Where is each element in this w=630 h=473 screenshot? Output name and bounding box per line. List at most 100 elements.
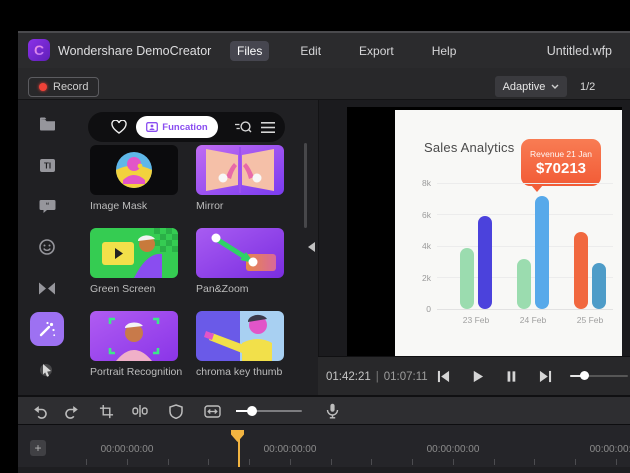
favorites-tab[interactable] (108, 112, 130, 142)
chart-ytick: 0 (409, 304, 431, 314)
sidebar-item-stickers[interactable] (30, 230, 64, 264)
chart-bar (535, 196, 549, 309)
ruler-tick (575, 459, 576, 465)
menu-help[interactable]: Help (425, 41, 464, 61)
timecode: 01:42:21 | 01:07:11 (326, 357, 428, 396)
resolution-dropdown[interactable]: Adaptive (495, 76, 567, 97)
ruler-label: 00:00:00:00 (250, 444, 330, 455)
ruler-tick (86, 459, 87, 465)
sidebar-item-transitions[interactable] (30, 271, 64, 305)
chevron-down-icon (551, 84, 559, 89)
ribbon-bar: Record Adaptive 1/2 (18, 68, 630, 100)
playhead-handle[interactable] (231, 429, 244, 447)
effect-thumbnail-chroma-key (196, 311, 284, 361)
chart-gridline (437, 214, 613, 215)
sidebar-item-text[interactable]: TI (30, 148, 64, 182)
timecode-separator: | (376, 371, 379, 383)
record-button[interactable]: Record (28, 77, 99, 97)
pause-button[interactable] (499, 364, 523, 388)
edit-toolbar (18, 395, 630, 425)
ruler-tick (127, 459, 128, 465)
app-window: C Wondershare DemoCreator Files Edit Exp… (0, 0, 630, 473)
effect-thumbnail-portrait-recognition (90, 311, 178, 361)
project-filename: Untitled.wfp (547, 33, 612, 68)
effect-label: Pan&Zoom (196, 283, 284, 295)
ruler-tick (412, 459, 413, 465)
volume-slider-knob[interactable] (580, 371, 589, 380)
redo-button[interactable] (60, 399, 84, 423)
chart-bar (592, 263, 606, 309)
cursor-icon (39, 362, 55, 378)
menu-files[interactable]: Files (230, 41, 269, 61)
effect-thumbnail-green-screen (90, 228, 178, 278)
transition-icon (38, 282, 56, 295)
fit-width-icon (204, 405, 221, 418)
transport-bar: 01:42:21 | 01:07:11 (318, 356, 630, 395)
ruler-tick (331, 459, 332, 465)
microphone-button[interactable] (320, 399, 344, 423)
search-tab[interactable] (231, 112, 255, 142)
revenue-badge: Revenue 21 Jan $70213 (521, 139, 601, 186)
chart-gridline (437, 183, 613, 184)
ruler-tick (453, 459, 454, 465)
record-icon (39, 83, 47, 91)
chart-bar (478, 216, 492, 309)
ruler-tick (616, 459, 617, 465)
chart-xtick: 25 Feb (568, 315, 612, 325)
panel-scrollbar[interactable] (304, 143, 307, 228)
effect-label: Mirror (196, 200, 284, 212)
effect-card[interactable]: chroma key thumb (196, 311, 284, 378)
sidebar-item-captions[interactable]: “ (30, 189, 64, 223)
effect-label: Green Screen (90, 283, 178, 295)
ruler-label: 00:00:00:00 (413, 444, 493, 455)
menu-tab[interactable] (258, 112, 278, 142)
effects-tab-bar: Funcation (88, 112, 285, 142)
timecode-current: 01:42:21 (326, 371, 371, 383)
menu-export[interactable]: Export (352, 41, 401, 61)
crop-button[interactable] (94, 399, 118, 423)
effect-card[interactable]: Image Mask (90, 145, 178, 212)
badge-value: $70213 (536, 160, 586, 177)
shield-button[interactable] (164, 399, 188, 423)
add-track-button[interactable]: + (30, 440, 46, 456)
tab-function[interactable]: Funcation (136, 116, 218, 138)
skip-end-button[interactable] (533, 364, 557, 388)
sidebar-item-media[interactable] (30, 107, 64, 141)
skip-start-button[interactable] (431, 364, 455, 388)
redo-icon (64, 404, 80, 419)
effect-label: chroma key thumb (196, 366, 284, 378)
sidebar-item-cursor[interactable] (30, 353, 64, 387)
undo-button[interactable] (28, 399, 52, 423)
chart-bar (517, 259, 531, 309)
effect-card[interactable]: Portrait Recognition (90, 311, 178, 378)
split-icon (132, 404, 148, 418)
effect-card[interactable]: Mirror (196, 145, 284, 212)
menubar: Files Edit Export Help (230, 33, 463, 68)
timeline-footer (18, 467, 630, 473)
magic-wand-icon (38, 320, 56, 338)
menu-edit[interactable]: Edit (293, 41, 328, 61)
record-label: Record (53, 81, 88, 93)
ruler-tick (371, 459, 372, 465)
titlebar: C Wondershare DemoCreator Files Edit Exp… (18, 33, 630, 68)
shield-icon (169, 404, 183, 419)
timeline[interactable]: + 00:00:00:00 00:00:00:00 00:00:00:00 00… (18, 425, 630, 473)
sidebar-item-effects[interactable] (30, 312, 64, 346)
chart-title: Sales Analytics (424, 140, 514, 155)
effect-card[interactable]: Pan&Zoom (196, 228, 284, 295)
ruler-tick (249, 459, 250, 465)
chart-ytick: 6k (409, 210, 431, 220)
skip-start-icon (437, 370, 450, 383)
chart-ytick: 8k (409, 178, 431, 188)
play-icon (471, 370, 484, 383)
effect-thumbnail-image-mask (90, 145, 178, 195)
timeline-zoom-knob[interactable] (247, 406, 257, 416)
app-logo-icon: C (28, 39, 50, 61)
effect-card[interactable]: Green Screen (90, 228, 178, 295)
split-button[interactable] (128, 399, 152, 423)
folder-icon (39, 117, 56, 131)
fit-width-button[interactable] (200, 399, 224, 423)
effect-label: Portrait Recognition (90, 366, 178, 378)
play-button[interactable] (465, 364, 489, 388)
panel-collapse-handle[interactable] (308, 240, 318, 254)
